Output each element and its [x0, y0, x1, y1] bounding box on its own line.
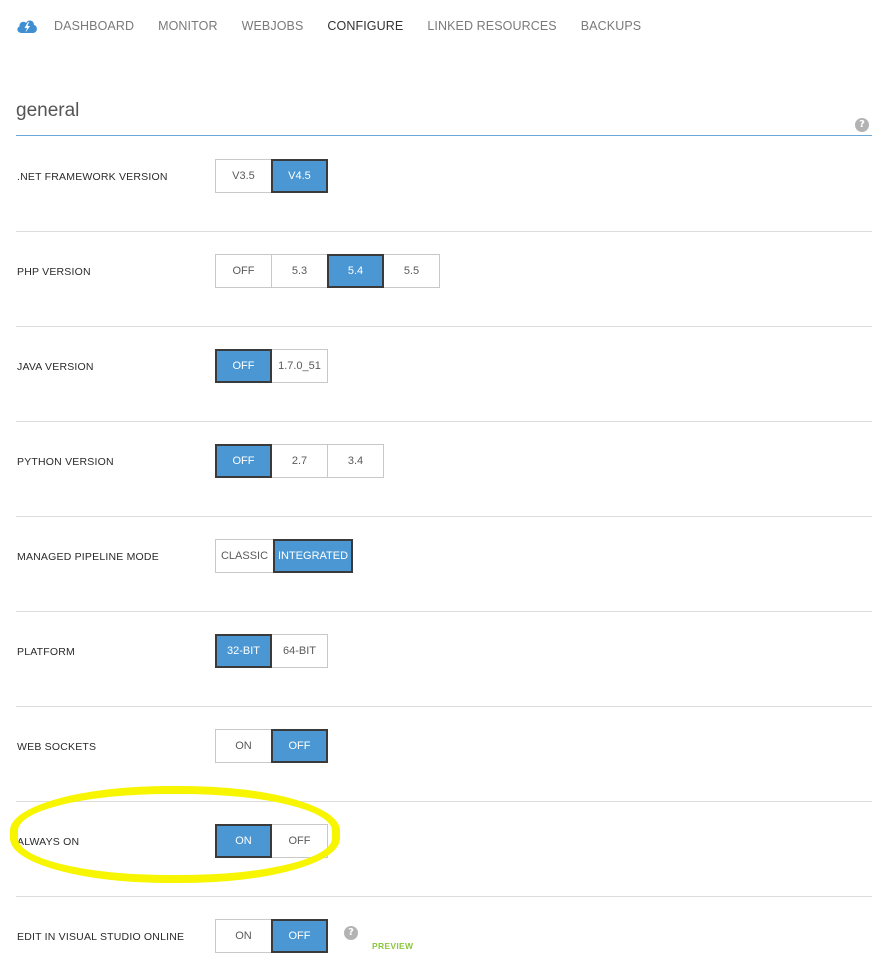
always-on-toggle: ON OFF: [215, 824, 328, 858]
nav-linked-resources[interactable]: LINKED RESOURCES: [427, 19, 556, 33]
top-nav: DASHBOARD MONITOR WEBJOBS CONFIGURE LINK…: [16, 14, 665, 38]
setting-label: PHP VERSION: [17, 266, 91, 278]
option-v4-5[interactable]: V4.5: [271, 159, 328, 193]
nav-configure[interactable]: CONFIGURE: [327, 19, 403, 33]
option-off[interactable]: OFF: [271, 824, 328, 858]
setting-label: PLATFORM: [17, 646, 75, 658]
setting-label: ALWAYS ON: [17, 836, 80, 848]
option-64-bit[interactable]: 64-BIT: [271, 634, 328, 668]
cloud-lightning-icon[interactable]: [16, 17, 38, 35]
java-version-toggle: OFF 1.7.0_51: [215, 349, 328, 383]
net-framework-toggle: V3.5 V4.5: [215, 159, 328, 193]
option-integrated[interactable]: INTEGRATED: [273, 539, 353, 573]
nav-backups[interactable]: BACKUPS: [581, 19, 641, 33]
question-circle-icon[interactable]: ?: [855, 118, 869, 132]
option-5-3[interactable]: 5.3: [271, 254, 328, 288]
option-5-5[interactable]: 5.5: [383, 254, 440, 288]
option-classic[interactable]: CLASSIC: [215, 539, 274, 573]
option-5-4[interactable]: 5.4: [327, 254, 384, 288]
nav-webjobs[interactable]: WEBJOBS: [242, 19, 304, 33]
option-v3-5[interactable]: V3.5: [215, 159, 272, 193]
option-off[interactable]: OFF: [271, 729, 328, 763]
nav-monitor[interactable]: MONITOR: [158, 19, 218, 33]
option-3-4[interactable]: 3.4: [327, 444, 384, 478]
web-sockets-toggle: ON OFF: [215, 729, 328, 763]
nav-dashboard[interactable]: DASHBOARD: [54, 19, 134, 33]
option-off[interactable]: OFF: [271, 919, 328, 953]
setting-row-net-framework: .NET FRAMEWORK VERSION V3.5 V4.5: [16, 137, 872, 232]
option-1-7-0-51[interactable]: 1.7.0_51: [271, 349, 328, 383]
option-on[interactable]: ON: [215, 919, 272, 953]
section-divider: [16, 135, 872, 136]
setting-label: .NET FRAMEWORK VERSION: [17, 171, 168, 183]
edit-in-vs-online-toggle: ON OFF: [215, 919, 328, 953]
setting-row-edit-in-vs-online: EDIT IN VISUAL STUDIO ONLINE ON OFF ? PR…: [16, 897, 872, 974]
platform-toggle: 32-BIT 64-BIT: [215, 634, 328, 668]
section-help[interactable]: ?: [855, 118, 869, 132]
option-on[interactable]: ON: [215, 729, 272, 763]
question-circle-icon[interactable]: ?: [344, 926, 358, 940]
setting-row-php: PHP VERSION OFF 5.3 5.4 5.5: [16, 232, 872, 327]
option-off[interactable]: OFF: [215, 254, 272, 288]
setting-row-pipeline-mode: MANAGED PIPELINE MODE CLASSIC INTEGRATED: [16, 517, 872, 612]
option-off[interactable]: OFF: [215, 349, 272, 383]
setting-row-java: JAVA VERSION OFF 1.7.0_51: [16, 327, 872, 422]
setting-row-web-sockets: WEB SOCKETS ON OFF: [16, 707, 872, 802]
setting-label: MANAGED PIPELINE MODE: [17, 551, 159, 563]
option-off[interactable]: OFF: [215, 444, 272, 478]
setting-label: EDIT IN VISUAL STUDIO ONLINE: [17, 931, 185, 943]
python-version-toggle: OFF 2.7 3.4: [215, 444, 384, 478]
preview-badge: PREVIEW: [372, 941, 414, 951]
setting-row-always-on: ALWAYS ON ON OFF: [16, 802, 872, 897]
setting-row-platform: PLATFORM 32-BIT 64-BIT: [16, 612, 872, 707]
setting-row-python: PYTHON VERSION OFF 2.7 3.4: [16, 422, 872, 517]
section-title: general: [16, 100, 80, 121]
pipeline-mode-toggle: CLASSIC INTEGRATED: [215, 539, 353, 573]
option-2-7[interactable]: 2.7: [271, 444, 328, 478]
setting-label: PYTHON VERSION: [17, 456, 114, 468]
php-version-toggle: OFF 5.3 5.4 5.5: [215, 254, 440, 288]
edit-in-vs-online-help[interactable]: ?: [344, 926, 358, 940]
option-32-bit[interactable]: 32-BIT: [215, 634, 272, 668]
option-on[interactable]: ON: [215, 824, 272, 858]
setting-label: WEB SOCKETS: [17, 741, 97, 753]
setting-label: JAVA VERSION: [17, 361, 94, 373]
